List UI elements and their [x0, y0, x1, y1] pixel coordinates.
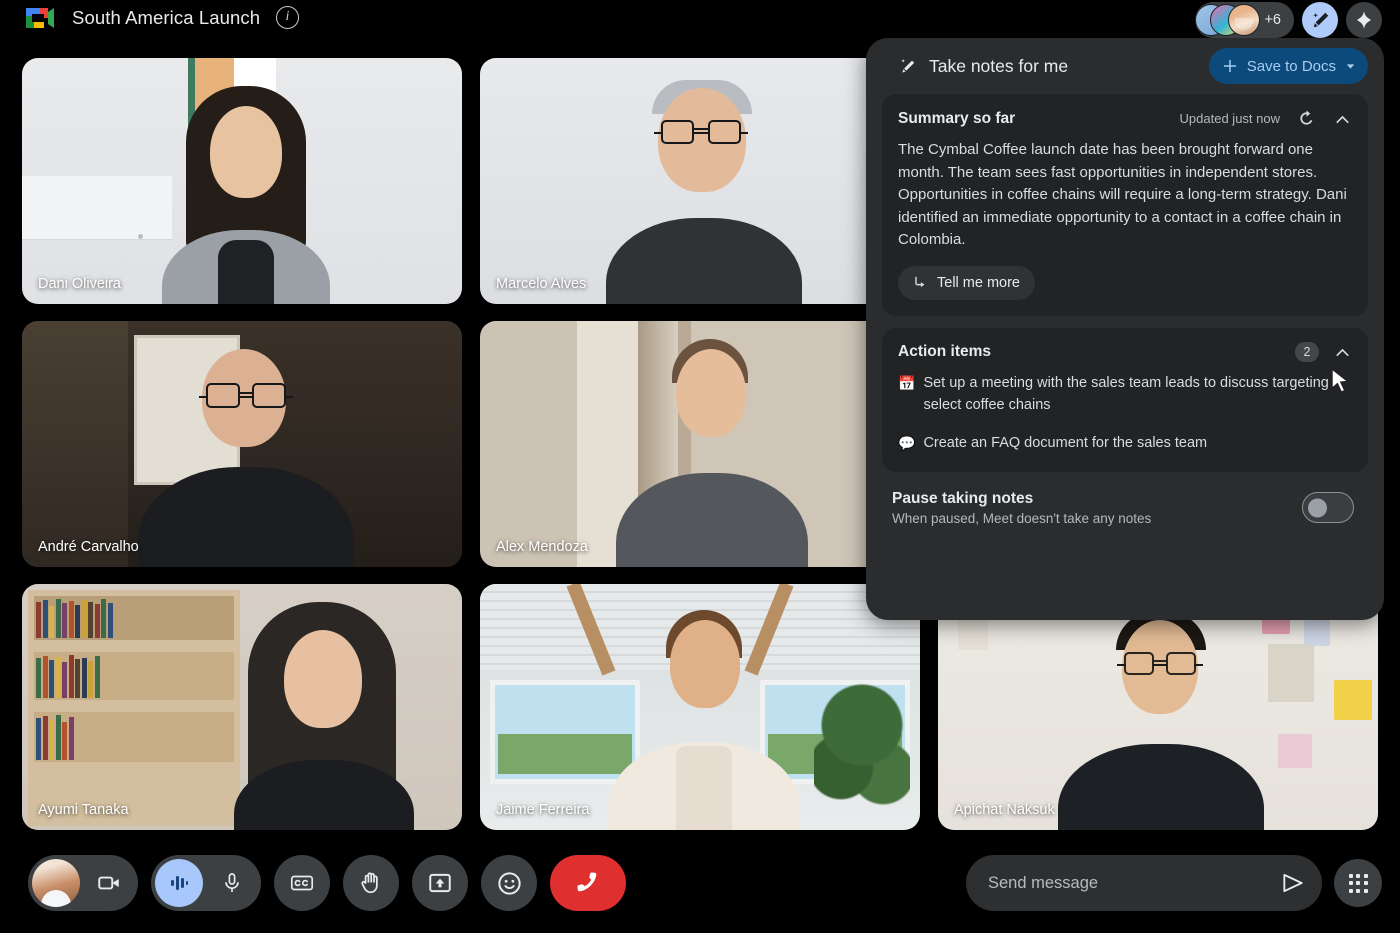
- meeting-title: South America Launch: [72, 7, 261, 28]
- video-feed: [22, 58, 462, 304]
- leave-call-button[interactable]: [550, 855, 626, 911]
- video-feed: [22, 321, 462, 567]
- action-items-card: Action items 2 📅 Set up a meeting with t…: [882, 327, 1368, 472]
- video-tile[interactable]: Dani Oliveira: [22, 58, 462, 304]
- plus-icon: [1223, 60, 1236, 72]
- smiley-face-icon: [497, 871, 521, 895]
- avatar: [1228, 4, 1261, 36]
- action-items-title: Action items: [898, 342, 992, 360]
- participant-name: Alex Mendoza: [496, 539, 588, 555]
- microphone-icon: [225, 873, 239, 892]
- phone-hangup-icon: [577, 872, 597, 892]
- notes-panel-header: Take notes for me Save to Docs: [882, 38, 1368, 94]
- google-meet-logo: [22, 4, 56, 32]
- send-paper-plane-icon[interactable]: [1280, 870, 1306, 896]
- top-right-controls: +6: [1195, 1, 1382, 39]
- pause-notes-toggle[interactable]: [1302, 492, 1354, 523]
- summary-card: Summary so far Updated just now The Cymb…: [882, 94, 1368, 316]
- meet-app-window: South America Launch i +6 Dani Oliveira …: [0, 0, 1400, 933]
- audio-active-indicator: [155, 859, 203, 907]
- notes-panel-title: Take notes for me: [929, 55, 1069, 76]
- participant-name: Marcelo Alves: [496, 276, 587, 292]
- captions-toggle-button[interactable]: [274, 855, 330, 911]
- save-to-docs-button[interactable]: Save to Docs: [1208, 48, 1368, 84]
- gemini-sparkle-icon: [1356, 11, 1372, 29]
- camera-toggle-button[interactable]: [28, 855, 138, 911]
- toggle-knob: [1308, 498, 1327, 517]
- present-screen-button[interactable]: [412, 855, 468, 911]
- message-input[interactable]: [988, 873, 1280, 893]
- raised-hand-icon: [361, 872, 378, 894]
- action-item: 📅 Set up a meeting with the sales team l…: [898, 372, 1352, 416]
- video-camera-icon: [98, 876, 119, 890]
- top-bar: South America Launch i +6: [0, 0, 1400, 42]
- action-item-text: Create an FAQ document for the sales tea…: [923, 434, 1208, 451]
- summary-card-header: Summary so far Updated just now: [898, 108, 1352, 129]
- tell-me-more-button[interactable]: Tell me more: [898, 265, 1035, 300]
- audio-waveform-icon: [171, 876, 188, 890]
- take-notes-panel: Take notes for me Save to Docs Summary s…: [866, 38, 1384, 620]
- video-tile[interactable]: André Carvalho: [22, 321, 462, 567]
- self-avatar: [32, 859, 80, 907]
- participant-name: André Carvalho: [38, 539, 139, 555]
- video-feed: [480, 584, 920, 830]
- refresh-icon[interactable]: [1296, 108, 1317, 129]
- video-tile[interactable]: Apichat Naksuk: [938, 584, 1378, 830]
- apps-grid-icon: [1348, 873, 1368, 893]
- video-feed: [480, 58, 920, 304]
- action-item-text: Set up a meeting with the sales team lea…: [923, 374, 1329, 413]
- participants-avatar-stack[interactable]: +6: [1195, 2, 1294, 38]
- magic-pencil-icon: [901, 59, 915, 73]
- chevron-up-icon[interactable]: [1333, 342, 1352, 361]
- pause-notes-subtitle: When paused, Meet doesn't take any notes: [892, 510, 1152, 526]
- action-items-header: Action items 2: [898, 341, 1352, 362]
- gemini-button[interactable]: [1346, 2, 1382, 38]
- message-area: [966, 855, 1382, 911]
- pause-notes-row: Pause taking notes When paused, Meet doe…: [882, 484, 1368, 526]
- take-notes-pencil-icon: [1312, 12, 1328, 27]
- take-notes-button[interactable]: [1302, 2, 1338, 38]
- participant-name: Ayumi Tanaka: [38, 802, 129, 818]
- pause-notes-title: Pause taking notes: [892, 489, 1034, 507]
- save-to-docs-label: Save to Docs: [1246, 57, 1336, 75]
- call-controls: [28, 855, 626, 911]
- chevron-down-icon[interactable]: [1344, 60, 1357, 73]
- calendar-emoji-icon: 📅: [898, 374, 916, 391]
- participant-name: Dani Oliveira: [38, 276, 121, 292]
- participant-name: Apichat Naksuk: [954, 802, 1055, 818]
- summary-title: Summary so far: [898, 109, 1016, 127]
- action-item: 💬 Create an FAQ document for the sales t…: [898, 432, 1352, 454]
- pause-notes-text: Pause taking notes When paused, Meet doe…: [892, 490, 1302, 526]
- video-tile[interactable]: Jaime Ferreira: [480, 584, 920, 830]
- arrow-turn-down-right-icon: [915, 276, 925, 288]
- video-tile[interactable]: Marcelo Alves: [480, 58, 920, 304]
- mouse-cursor: [1331, 368, 1350, 394]
- reactions-button[interactable]: [481, 855, 537, 911]
- bottom-toolbar: [0, 837, 1400, 933]
- video-tile[interactable]: Alex Mendoza: [480, 321, 920, 567]
- present-screen-icon: [429, 873, 451, 893]
- closed-captions-icon: [290, 875, 314, 891]
- summary-updated-label: Updated just now: [1179, 111, 1280, 126]
- video-feed: [22, 584, 462, 830]
- apps-button[interactable]: [1334, 859, 1382, 907]
- video-feed: [938, 584, 1378, 830]
- action-items-count-badge: 2: [1295, 341, 1319, 362]
- participants-overflow-count: +6: [1264, 12, 1281, 28]
- message-box[interactable]: [966, 855, 1322, 911]
- video-tile[interactable]: Ayumi Tanaka: [22, 584, 462, 830]
- tell-me-more-label: Tell me more: [937, 274, 1020, 291]
- microphone-toggle-button[interactable]: [151, 855, 261, 911]
- raise-hand-button[interactable]: [343, 855, 399, 911]
- video-feed: [480, 321, 920, 567]
- participant-name: Jaime Ferreira: [496, 802, 590, 818]
- info-icon[interactable]: i: [276, 6, 299, 29]
- summary-text: The Cymbal Coffee launch date has been b…: [898, 141, 1347, 248]
- chevron-up-icon[interactable]: [1333, 109, 1352, 128]
- speech-bubble-emoji-icon: 💬: [898, 434, 916, 451]
